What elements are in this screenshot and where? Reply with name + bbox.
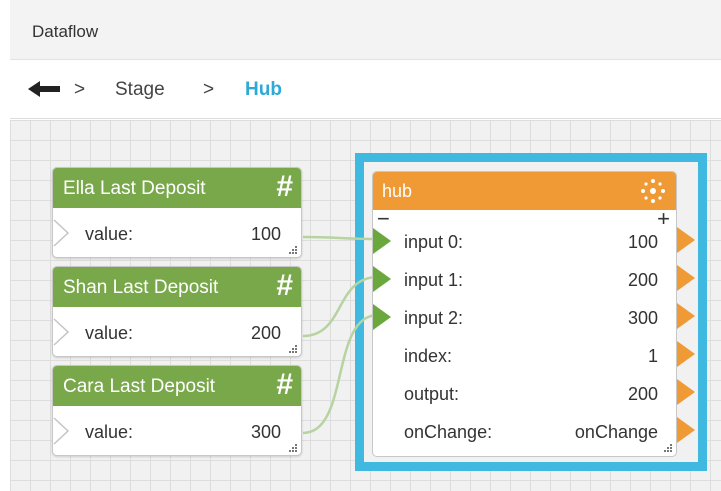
input-port-icon[interactable] <box>53 318 71 346</box>
resize-grip-icon[interactable] <box>288 245 298 255</box>
input-port-icon[interactable] <box>373 266 391 292</box>
hash-icon: # <box>276 269 293 302</box>
resize-grip-icon[interactable] <box>663 443 673 453</box>
hub-row-index: index: 1 <box>373 336 676 374</box>
hub-header[interactable]: hub <box>373 172 676 210</box>
row-label: input 2: <box>404 308 464 328</box>
breadcrumb-separator: > <box>203 79 215 100</box>
output-port-icon[interactable] <box>677 227 695 253</box>
node-row-value: value: 100 <box>53 208 301 257</box>
row-label: output: <box>404 384 460 404</box>
value-node-ella[interactable]: Ella Last Deposit # value: 100 <box>52 167 302 258</box>
hub-row-input-1: input 1: 200 <box>373 260 676 298</box>
value-node-cara[interactable]: Cara Last Deposit # value: 300 <box>52 365 302 456</box>
node-title: Shan Last Deposit <box>63 277 219 298</box>
row-value: 300 <box>627 308 658 328</box>
hub-row-output: output: 200 <box>373 374 676 412</box>
breadcrumb-item-stage[interactable]: Stage <box>115 79 165 101</box>
row-value[interactable]: 300 <box>251 422 281 443</box>
row-value[interactable]: 100 <box>251 224 281 245</box>
row-label: value: <box>85 422 134 442</box>
hub-row-input-0: input 0: 100 <box>373 222 676 260</box>
window-title: Dataflow <box>32 22 99 41</box>
node-row-value: value: 300 <box>53 406 301 455</box>
breadcrumb-separator: > <box>74 79 86 100</box>
output-port-icon[interactable] <box>677 265 695 291</box>
row-value: onChange <box>574 422 658 442</box>
row-label: index: <box>404 346 453 366</box>
row-label: input 0: <box>404 232 464 252</box>
hub-row-onchange: onChange: onChange <box>373 412 676 450</box>
hub-node[interactable]: hub − + input 0: 100 input 1: 200 input … <box>372 171 677 457</box>
output-port-icon[interactable] <box>677 417 695 443</box>
row-label: input 1: <box>404 270 464 290</box>
input-port-icon[interactable] <box>373 304 391 330</box>
hub-row-input-2: input 2: 300 <box>373 298 676 336</box>
hub-icon <box>641 179 665 203</box>
node-header[interactable]: Cara Last Deposit # <box>53 366 301 406</box>
node-title: Cara Last Deposit <box>63 376 216 397</box>
resize-grip-icon[interactable] <box>288 344 298 354</box>
breadcrumb-item-hub: Hub <box>245 79 282 100</box>
input-port-icon[interactable] <box>53 417 71 445</box>
row-value: 1 <box>647 346 658 366</box>
value-node-shan[interactable]: Shan Last Deposit # value: 200 <box>52 266 302 357</box>
hash-icon: # <box>276 170 293 203</box>
row-label: onChange: <box>404 422 493 442</box>
input-port-icon[interactable] <box>373 228 391 254</box>
input-port-icon[interactable] <box>53 219 71 247</box>
row-value: 200 <box>627 384 658 404</box>
hub-title: hub <box>382 181 413 201</box>
row-label: value: <box>85 323 134 343</box>
title-bar: Dataflow <box>10 0 721 60</box>
row-value[interactable]: 200 <box>251 323 281 344</box>
output-port-icon[interactable] <box>677 303 695 329</box>
node-header[interactable]: Ella Last Deposit # <box>53 168 301 208</box>
node-row-value: value: 200 <box>53 307 301 356</box>
hash-icon: # <box>276 368 293 401</box>
resize-grip-icon[interactable] <box>288 443 298 453</box>
output-port-icon[interactable] <box>677 341 695 367</box>
row-label: value: <box>85 224 134 244</box>
row-value: 200 <box>627 270 658 290</box>
back-arrow-icon[interactable] <box>28 78 62 100</box>
output-port-icon[interactable] <box>677 379 695 405</box>
breadcrumb: > Stage > Hub <box>10 61 721 119</box>
node-title: Ella Last Deposit <box>63 178 206 199</box>
row-value: 100 <box>627 232 658 252</box>
node-header[interactable]: Shan Last Deposit # <box>53 267 301 307</box>
